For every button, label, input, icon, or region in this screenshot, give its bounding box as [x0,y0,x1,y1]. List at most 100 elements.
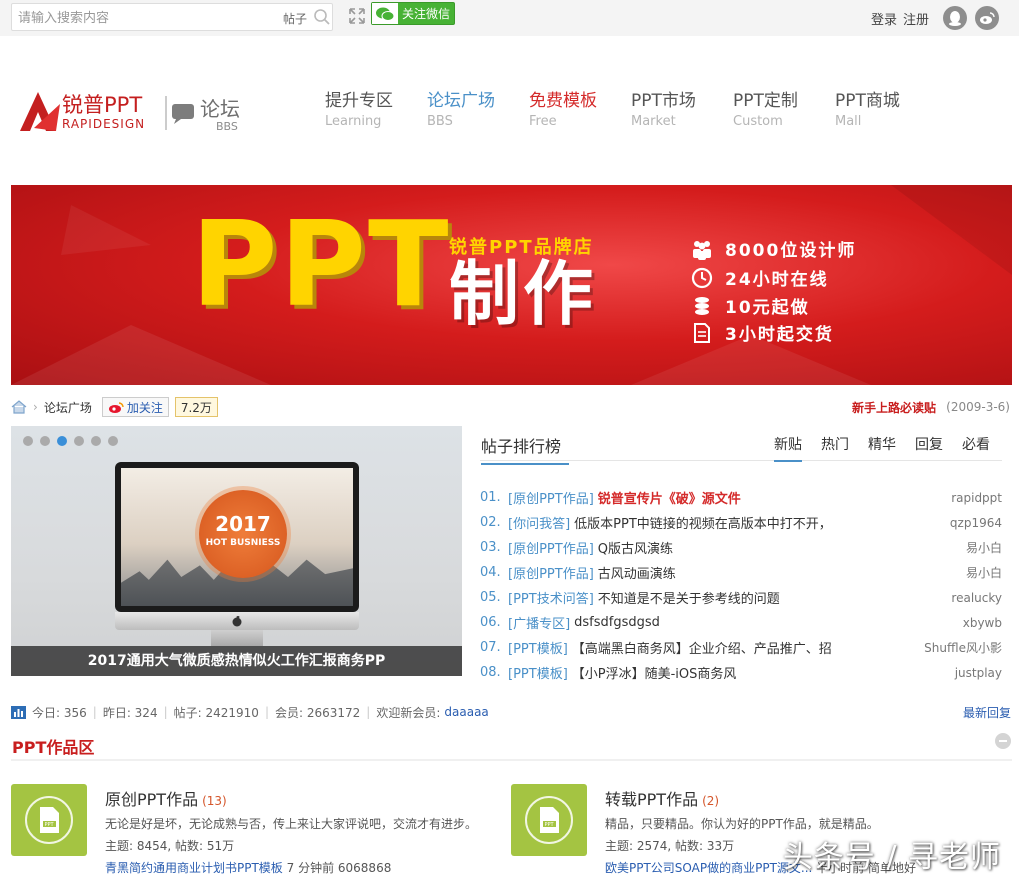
fullscreen-icon[interactable] [349,8,365,24]
post-author[interactable]: Shuffle风小影 [924,639,1002,656]
post-title[interactable]: 【高端黑白商务风】企业介绍、产品推广、招 [572,638,862,657]
post-author[interactable]: 易小白 [966,564,1002,581]
follower-count: 7.2万 [174,397,218,417]
weibo-icon[interactable] [975,6,999,30]
stat-posts: 帖子: 2421910 [173,705,259,720]
post-title[interactable]: Q版古风演练 [598,538,888,557]
follow-weibo-button[interactable]: 加关注 [101,397,169,417]
svg-text:论坛: 论坛 [200,97,240,121]
image-slider[interactable]: 2017 HOT BUSNIESS 2017通用大气微质感热情似火工作汇报商务P… [11,426,462,676]
people-icon [693,240,711,260]
post-author[interactable]: justplay [955,666,1002,680]
post-author[interactable]: 易小白 [966,539,1002,556]
list-item[interactable]: 04. [原创PPT作品] 古风动画演练 易小白 [480,560,1002,585]
nav-free[interactable]: 免费模板 Free [529,86,631,129]
svg-text:锐普PPT: 锐普PPT [62,93,142,117]
promo-banner[interactable]: PPT 锐普PPT品牌店 制作 8000位设计师 24小时在线 10元起做 3小… [11,185,1012,385]
forum-new-count: (2) [702,794,720,808]
search-scope-select[interactable]: 帖子 [283,10,307,27]
register-link[interactable]: 注册 [903,9,929,28]
slide-caption[interactable]: 2017通用大气微质感热情似火工作汇报商务PP [11,646,462,676]
badge-year: 2017 [215,512,271,536]
list-item[interactable]: 03. [原创PPT作品] Q版古风演练 易小白 [480,535,1002,560]
list-item[interactable]: 07. [PPT模板] 【高端黑白商务风】企业介绍、产品推广、招 Shuffle风小影 [480,635,1002,660]
post-category[interactable]: [PPT技术问答] [508,588,594,607]
stat-separator: | [366,705,371,719]
top-bar: 帖子 关注微信 登录 注册 [0,0,1019,36]
slider-dot-active[interactable] [57,436,67,446]
wechat-icon [372,3,398,24]
ppt-file-icon[interactable]: PPT [11,784,87,856]
search-box: 帖子 [11,3,333,31]
list-item[interactable]: 05. [PPT技术问答] 不知道是不是关于参考线的问题 realucky [480,585,1002,610]
nav-custom[interactable]: PPT定制 Custom [733,86,835,129]
breadcrumb-current[interactable]: 论坛广场 [44,399,92,416]
qq-icon[interactable] [943,6,967,30]
nav-bbs[interactable]: 论坛广场 BBS [427,86,529,129]
nav-mall[interactable]: PPT商城 Mall [835,86,937,129]
tab-hot[interactable]: 热门 [821,434,849,462]
post-author[interactable]: realucky [951,591,1002,605]
svg-text:BBS: BBS [216,120,238,133]
post-author[interactable]: rapidppt [951,491,1002,505]
post-title[interactable]: 低版本PPT中链接的视频在高版本中打不开， [574,513,864,532]
post-category[interactable]: [原创PPT作品] [508,488,594,507]
list-item[interactable]: 06. [广播专区] dsfsdfgsdgsd xbywb [480,610,1002,635]
nav-market-sub: Market [631,114,676,129]
last-post-link[interactable]: 欧美PPT公司SOAP做的商业PPT源文... [605,861,812,875]
home-icon[interactable] [11,400,27,414]
tab-new[interactable]: 新贴 [774,434,802,462]
post-author[interactable]: xbywb [963,616,1002,630]
forum-name-text[interactable]: 转载PPT作品 [605,790,698,809]
forum-new-count: (13) [202,794,227,808]
tab-replies[interactable]: 回复 [915,434,943,462]
ranking-title: 帖子排行榜 [481,433,569,465]
guide-date: (2009-3-6) [946,400,1010,414]
post-category[interactable]: [原创PPT作品] [508,538,594,557]
slider-dot[interactable] [74,436,84,446]
new-member-link[interactable]: daaaaa [444,705,488,719]
last-post-info: 7 分钟前 6068868 [282,861,392,875]
post-title[interactable]: 【小P浮冰】随美-iOS商务风 [572,663,862,682]
last-post-link[interactable]: 青黑简约通用商业计划书PPT模板 [105,861,283,875]
slider-dot[interactable] [91,436,101,446]
post-category[interactable]: [你问我答] [508,513,570,532]
newbie-guide-link[interactable]: 新手上路必读贴 [852,399,936,416]
post-author[interactable]: qzp1964 [950,516,1002,530]
rank-number: 03. [480,540,501,555]
post-category[interactable]: [PPT模板] [508,663,568,682]
nav-learning[interactable]: 提升专区 Learning [325,86,427,129]
search-icon[interactable] [313,8,331,26]
slider-dot[interactable] [40,436,50,446]
latest-replies-link[interactable]: 最新回复 [963,704,1011,721]
post-category[interactable]: [原创PPT作品] [508,563,594,582]
slider-dot[interactable] [23,436,33,446]
banner-ppt-text: PPT [191,195,451,333]
list-item[interactable]: 08. [PPT模板] 【小P浮冰】随美-iOS商务风 justplay [480,660,1002,685]
search-input[interactable] [18,8,258,28]
post-title[interactable]: 锐普宣传片《破》源文件 [598,488,888,507]
tab-featured[interactable]: 精华 [868,434,896,462]
slider-dot[interactable] [108,436,118,446]
post-category[interactable]: [广播专区] [508,613,570,632]
nav-market[interactable]: PPT市场 Market [631,86,733,129]
collapse-icon[interactable] [995,733,1011,749]
ppt-file-icon[interactable]: PPT [511,784,587,856]
forum-name[interactable]: 原创PPT作品 (13) [105,786,227,810]
login-link[interactable]: 登录 [871,9,897,28]
list-item[interactable]: 02. [你问我答] 低版本PPT中链接的视频在高版本中打不开， qzp1964 [480,510,1002,535]
list-item[interactable]: 01. [原创PPT作品] 锐普宣传片《破》源文件 rapidppt [480,485,1002,510]
monitor-chin [115,612,359,630]
post-title[interactable]: dsfsdfgsdgsd [574,615,864,630]
forum-name-text[interactable]: 原创PPT作品 [105,790,198,809]
site-logo[interactable]: 锐普PPT RAPIDESIGN 论坛 BBS [16,86,248,136]
nav-mall-label: PPT商城 [835,91,900,111]
follow-wechat-button[interactable]: 关注微信 [371,2,455,25]
post-category[interactable]: [PPT模板] [508,638,568,657]
post-title[interactable]: 不知道是不是关于参考线的问题 [598,588,888,607]
post-title[interactable]: 古风动画演练 [598,563,888,582]
forum-name[interactable]: 转载PPT作品 (2) [605,786,719,810]
monitor-screen: 2017 HOT BUSNIESS [121,468,353,606]
tab-must-read[interactable]: 必看 [962,434,990,462]
stat-yesterday: 昨日: 324 [102,705,158,720]
